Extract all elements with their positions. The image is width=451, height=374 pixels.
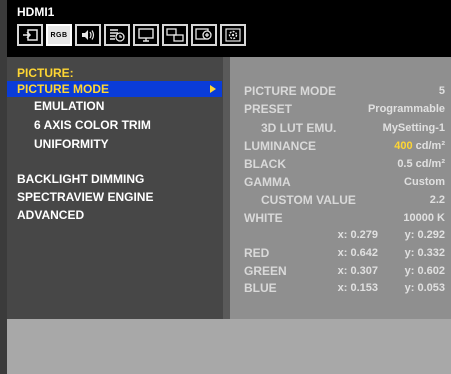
green-label: GREEN — [244, 264, 287, 278]
white-y: y: 0.292 — [404, 229, 445, 241]
menu-item-advanced[interactable]: ADVANCED — [17, 208, 84, 222]
luminance-value: 400 cd/m² — [394, 140, 445, 152]
system-icon[interactable] — [220, 24, 246, 46]
lut-emu-label: 3D LUT EMU. — [261, 121, 337, 135]
schedule-icon[interactable] — [104, 24, 130, 46]
help-footer — [7, 319, 451, 374]
menu-item-6-axis-color-trim[interactable]: 6 AXIS COLOR TRIM — [34, 118, 151, 132]
green-x: x: 0.307 — [337, 265, 378, 277]
blue-x: x: 0.153 — [337, 282, 378, 294]
protect-icon[interactable] — [191, 24, 217, 46]
menu-item-label: PICTURE MODE — [17, 82, 110, 96]
input-name: HDMI1 — [17, 5, 55, 19]
green-y: y: 0.602 — [404, 265, 445, 277]
preset-label: PRESET — [244, 102, 293, 116]
multi-picture-icon[interactable] — [162, 24, 188, 46]
menu-item-uniformity[interactable]: UNIFORMITY — [34, 137, 109, 151]
gamma-value: Custom — [404, 176, 445, 188]
menu-item-emulation[interactable]: EMULATION — [34, 99, 104, 113]
audio-icon[interactable] — [75, 24, 101, 46]
menu-item-backlight-dimming[interactable]: BACKLIGHT DIMMING — [17, 172, 144, 186]
input-icon[interactable] — [17, 24, 43, 46]
picture-mode-value: 5 — [438, 85, 445, 97]
menu-item-picture-mode[interactable]: PICTURE MODE — [7, 81, 222, 97]
picture-icon[interactable]: RGB — [46, 24, 72, 46]
picture-tab-label: RGB — [50, 31, 68, 39]
white-value: 10000 K — [403, 212, 445, 224]
menu-tabs: RGB — [17, 24, 249, 48]
blue-label: BLUE — [244, 281, 277, 295]
submenu-arrow-icon — [210, 85, 216, 93]
menu-scrollbar[interactable] — [223, 57, 230, 319]
black-value: 0.5 cd/m² — [397, 158, 445, 170]
red-x: x: 0.642 — [337, 247, 378, 259]
monitor-icon[interactable] — [133, 24, 159, 46]
menu-panel: PICTURE: PICTURE MODE EMULATION 6 AXIS C… — [7, 57, 230, 319]
luminance-unit: cd/m² — [415, 140, 445, 152]
top-bar: HDMI1 RGB — [7, 0, 451, 57]
black-label: BLACK — [244, 157, 286, 171]
custom-value-label: CUSTOM VALUE — [261, 193, 356, 207]
lut-emu-value: MySetting-1 — [382, 122, 445, 134]
preset-value: Programmable — [367, 103, 445, 115]
menu-item-spectraview-engine[interactable]: SPECTRAVIEW ENGINE — [17, 190, 153, 204]
gamma-label: GAMMA — [244, 175, 291, 189]
red-y: y: 0.332 — [404, 247, 445, 259]
luminance-label: LUMINANCE — [244, 139, 316, 153]
white-label: WHITE — [244, 211, 283, 225]
details-panel: PICTURE MODE 5 PRESET Programmable 3D LU… — [230, 57, 451, 319]
luminance-number: 400 — [394, 140, 413, 152]
custom-value-value: 2.2 — [429, 194, 445, 206]
white-x: x: 0.279 — [337, 229, 378, 241]
section-title: PICTURE: — [17, 66, 74, 80]
blue-y: y: 0.053 — [404, 282, 445, 294]
picture-mode-label: PICTURE MODE — [244, 84, 337, 98]
red-label: RED — [244, 246, 270, 260]
osd-menu: HDMI1 RGB PICTURE: PICTURE MODE EMULATIO… — [7, 0, 451, 374]
